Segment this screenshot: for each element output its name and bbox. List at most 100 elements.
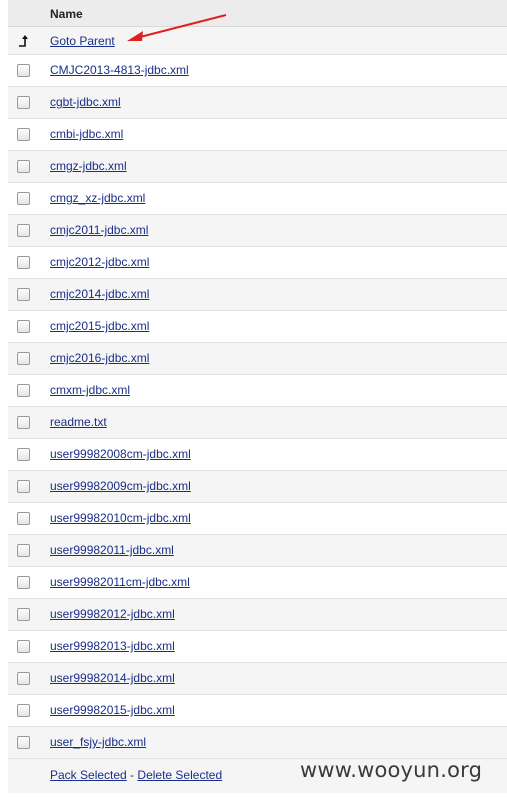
file-link[interactable]: user99982010cm-jdbc.xml bbox=[50, 511, 191, 525]
select-checkbox[interactable] bbox=[17, 320, 30, 333]
checkbox-box[interactable] bbox=[17, 416, 30, 429]
checkbox-box[interactable] bbox=[17, 480, 30, 493]
select-checkbox[interactable] bbox=[17, 96, 30, 109]
goto-parent-row: Goto Parent bbox=[8, 27, 507, 55]
select-checkbox[interactable] bbox=[17, 608, 30, 621]
checkbox-box[interactable] bbox=[17, 192, 30, 205]
checkbox-box[interactable] bbox=[17, 576, 30, 589]
select-checkbox[interactable] bbox=[17, 448, 30, 461]
select-checkbox[interactable] bbox=[17, 640, 30, 653]
checkbox-box[interactable] bbox=[17, 704, 30, 717]
select-checkbox[interactable] bbox=[17, 256, 30, 269]
table-header: Name bbox=[8, 0, 507, 27]
file-row: readme.txt bbox=[8, 407, 507, 439]
goto-parent-link[interactable]: Goto Parent bbox=[50, 34, 115, 48]
name-column-header: Name bbox=[50, 7, 83, 21]
select-checkbox[interactable] bbox=[17, 512, 30, 525]
file-link[interactable]: user99982013-jdbc.xml bbox=[50, 639, 175, 653]
checkbox-box[interactable] bbox=[17, 96, 30, 109]
checkbox-box[interactable] bbox=[17, 384, 30, 397]
file-row: cmbi-jdbc.xml bbox=[8, 119, 507, 151]
file-link[interactable]: cmgz-jdbc.xml bbox=[50, 159, 127, 173]
file-row: cmjc2016-jdbc.xml bbox=[8, 343, 507, 375]
footer-separator: - bbox=[130, 768, 135, 782]
select-checkbox[interactable] bbox=[17, 160, 30, 173]
file-link[interactable]: readme.txt bbox=[50, 415, 107, 429]
file-row: user99982014-jdbc.xml bbox=[8, 663, 507, 695]
file-row: user99982011-jdbc.xml bbox=[8, 535, 507, 567]
file-row: cmxm-jdbc.xml bbox=[8, 375, 507, 407]
file-row: cmjc2015-jdbc.xml bbox=[8, 311, 507, 343]
file-link[interactable]: cmjc2016-jdbc.xml bbox=[50, 351, 149, 365]
checkbox-box[interactable] bbox=[17, 128, 30, 141]
file-row: CMJC2013-4813-jdbc.xml bbox=[8, 55, 507, 87]
file-row: cmjc2014-jdbc.xml bbox=[8, 279, 507, 311]
select-checkbox[interactable] bbox=[17, 736, 30, 749]
checkbox-box[interactable] bbox=[17, 512, 30, 525]
file-link[interactable]: user99982008cm-jdbc.xml bbox=[50, 447, 191, 461]
file-link[interactable]: user99982011-jdbc.xml bbox=[50, 543, 174, 557]
checkbox-box[interactable] bbox=[17, 160, 30, 173]
select-checkbox[interactable] bbox=[17, 416, 30, 429]
file-row: cmjc2012-jdbc.xml bbox=[8, 247, 507, 279]
file-link[interactable]: cmbi-jdbc.xml bbox=[50, 127, 123, 141]
file-link[interactable]: user99982015-jdbc.xml bbox=[50, 703, 175, 717]
checkbox-box[interactable] bbox=[17, 448, 30, 461]
checkbox-box[interactable] bbox=[17, 256, 30, 269]
checkbox-box[interactable] bbox=[17, 736, 30, 749]
select-checkbox[interactable] bbox=[17, 224, 30, 237]
file-row: user99982012-jdbc.xml bbox=[8, 599, 507, 631]
file-link[interactable]: user99982014-jdbc.xml bbox=[50, 671, 175, 685]
checkbox-box[interactable] bbox=[17, 64, 30, 77]
select-checkbox[interactable] bbox=[17, 352, 30, 365]
file-link[interactable]: cmxm-jdbc.xml bbox=[50, 383, 130, 397]
select-checkbox[interactable] bbox=[17, 704, 30, 717]
up-arrow-icon bbox=[17, 33, 31, 49]
select-checkbox[interactable] bbox=[17, 480, 30, 493]
file-row: user99982013-jdbc.xml bbox=[8, 631, 507, 663]
file-row: user99982010cm-jdbc.xml bbox=[8, 503, 507, 535]
pack-selected-link[interactable]: Pack Selected bbox=[50, 768, 127, 782]
select-checkbox[interactable] bbox=[17, 544, 30, 557]
checkbox-box[interactable] bbox=[17, 608, 30, 621]
checkbox-box[interactable] bbox=[17, 640, 30, 653]
file-link[interactable]: user99982009cm-jdbc.xml bbox=[50, 479, 191, 493]
file-row: user99982008cm-jdbc.xml bbox=[8, 439, 507, 471]
select-checkbox[interactable] bbox=[17, 576, 30, 589]
file-row: user99982015-jdbc.xml bbox=[8, 695, 507, 727]
file-link[interactable]: cmjc2011-jdbc.xml bbox=[50, 223, 148, 237]
file-row: cgbt-jdbc.xml bbox=[8, 87, 507, 119]
file-link[interactable]: cmjc2012-jdbc.xml bbox=[50, 255, 149, 269]
file-row: cmgz-jdbc.xml bbox=[8, 151, 507, 183]
file-link[interactable]: cmgz_xz-jdbc.xml bbox=[50, 191, 145, 205]
checkbox-box[interactable] bbox=[17, 352, 30, 365]
file-link[interactable]: cgbt-jdbc.xml bbox=[50, 95, 121, 109]
file-link[interactable]: user99982011cm-jdbc.xml bbox=[50, 575, 190, 589]
select-checkbox[interactable] bbox=[17, 192, 30, 205]
select-checkbox[interactable] bbox=[17, 288, 30, 301]
checkbox-box[interactable] bbox=[17, 288, 30, 301]
file-row: user99982011cm-jdbc.xml bbox=[8, 567, 507, 599]
delete-selected-link[interactable]: Delete Selected bbox=[137, 768, 222, 782]
watermark: www.wooyun.org bbox=[300, 758, 483, 782]
file-row: user99982009cm-jdbc.xml bbox=[8, 471, 507, 503]
checkbox-box[interactable] bbox=[17, 544, 30, 557]
select-checkbox[interactable] bbox=[17, 64, 30, 77]
file-link[interactable]: cmjc2015-jdbc.xml bbox=[50, 319, 149, 333]
file-row: user_fsjy-jdbc.xml bbox=[8, 727, 507, 759]
checkbox-box[interactable] bbox=[17, 224, 30, 237]
file-link[interactable]: user_fsjy-jdbc.xml bbox=[50, 735, 146, 749]
file-row: cmjc2011-jdbc.xml bbox=[8, 215, 507, 247]
file-list: CMJC2013-4813-jdbc.xml cgbt-jdbc.xml cmbi-… bbox=[8, 55, 507, 759]
select-checkbox[interactable] bbox=[17, 672, 30, 685]
file-link[interactable]: CMJC2013-4813-jdbc.xml bbox=[50, 63, 189, 77]
footer-actions: Pack Selected - Delete Selected bbox=[50, 768, 222, 782]
select-checkbox[interactable] bbox=[17, 384, 30, 397]
file-link[interactable]: cmjc2014-jdbc.xml bbox=[50, 287, 149, 301]
file-row: cmgz_xz-jdbc.xml bbox=[8, 183, 507, 215]
file-table: Name Goto Parent CMJC2013-4813-jdbc.xml c… bbox=[8, 0, 507, 793]
checkbox-box[interactable] bbox=[17, 672, 30, 685]
checkbox-box[interactable] bbox=[17, 320, 30, 333]
select-checkbox[interactable] bbox=[17, 128, 30, 141]
file-link[interactable]: user99982012-jdbc.xml bbox=[50, 607, 175, 621]
